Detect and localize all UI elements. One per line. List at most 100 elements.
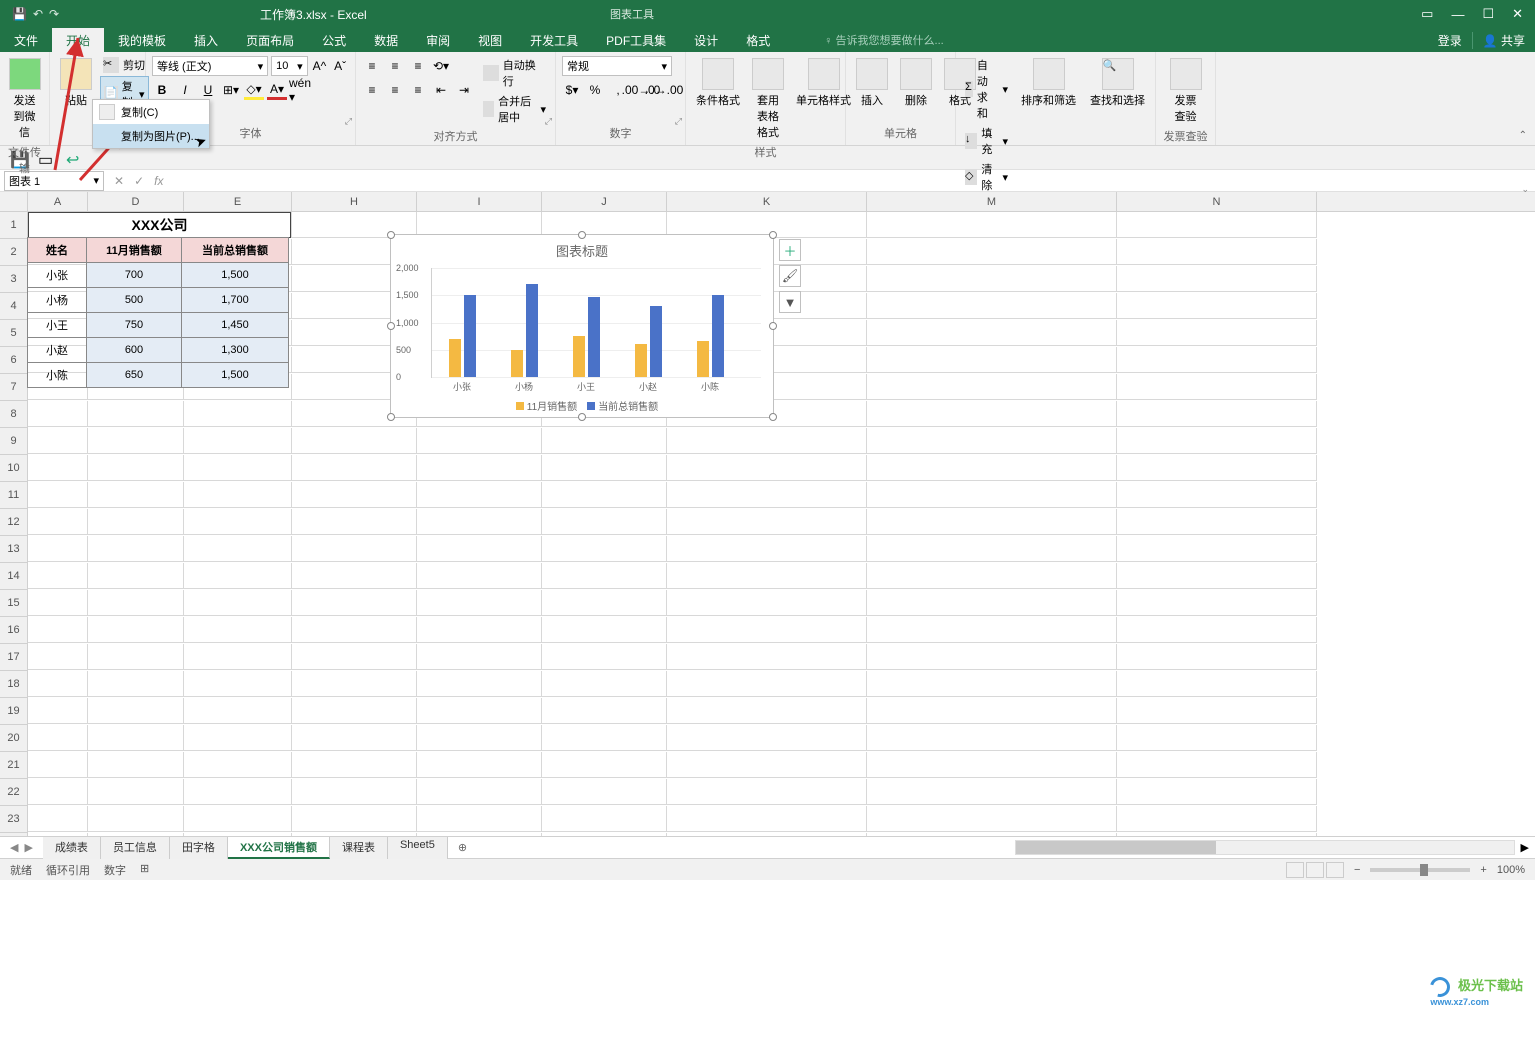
chart-handle-e[interactable] xyxy=(769,322,777,330)
row-header-21[interactable]: 21 xyxy=(0,752,28,779)
table-cell-r4c1[interactable]: 650 xyxy=(86,362,182,388)
cell-I10[interactable] xyxy=(417,455,542,481)
cell-J21[interactable] xyxy=(542,752,667,778)
cell-A16[interactable] xyxy=(28,617,88,643)
cell-M15[interactable] xyxy=(867,590,1117,616)
cell-E18[interactable] xyxy=(184,671,292,697)
cell-I11[interactable] xyxy=(417,482,542,508)
clear-button[interactable]: ◇清除 ▾ xyxy=(962,160,1011,194)
italic-button[interactable]: I xyxy=(175,80,195,100)
cell-N9[interactable] xyxy=(1117,428,1317,454)
cell-N17[interactable] xyxy=(1117,644,1317,670)
cell-D21[interactable] xyxy=(88,752,184,778)
cell-A19[interactable] xyxy=(28,698,88,724)
sheet-tab-成绩表[interactable]: 成绩表 xyxy=(43,837,101,859)
cell-D13[interactable] xyxy=(88,536,184,562)
cell-E9[interactable] xyxy=(184,428,292,454)
row-header-22[interactable]: 22 xyxy=(0,779,28,806)
indent-inc-icon[interactable]: ⇥ xyxy=(454,80,474,100)
cell-A18[interactable] xyxy=(28,671,88,697)
wrap-text-button[interactable]: 自动换行 xyxy=(480,56,549,90)
align-center-icon[interactable]: ≡ xyxy=(385,80,405,100)
cond-format-button[interactable]: 条件格式 xyxy=(692,56,744,110)
table-cell-r3c0[interactable]: 小赵 xyxy=(27,337,87,363)
cell-N8[interactable] xyxy=(1117,401,1317,427)
chart-object[interactable]: 图表标题 05001,0001,5002,000小张小杨小王小赵小陈 11月销售… xyxy=(390,234,774,418)
horizontal-scrollbar[interactable] xyxy=(1015,840,1515,855)
cell-D15[interactable] xyxy=(88,590,184,616)
cell-K20[interactable] xyxy=(667,725,867,751)
cell-N7[interactable] xyxy=(1117,374,1317,400)
cell-N11[interactable] xyxy=(1117,482,1317,508)
cell-A13[interactable] xyxy=(28,536,88,562)
cell-H9[interactable] xyxy=(292,428,417,454)
cell-A21[interactable] xyxy=(28,752,88,778)
cell-E15[interactable] xyxy=(184,590,292,616)
sheet-tab-XXX公司销售额[interactable]: XXX公司销售额 xyxy=(228,837,330,859)
row-header-23[interactable]: 23 xyxy=(0,806,28,833)
cell-M1[interactable] xyxy=(867,212,1117,238)
cell-N23[interactable] xyxy=(1117,806,1317,832)
cell-I20[interactable] xyxy=(417,725,542,751)
cell-N1[interactable] xyxy=(1117,212,1317,238)
menu-tab-视图[interactable]: 视图 xyxy=(464,28,516,53)
cell-H13[interactable] xyxy=(292,536,417,562)
cell-A8[interactable] xyxy=(28,401,88,427)
cell-K12[interactable] xyxy=(667,509,867,535)
cell-N5[interactable] xyxy=(1117,320,1317,346)
cell-I17[interactable] xyxy=(417,644,542,670)
cell-D8[interactable] xyxy=(88,401,184,427)
col-header-I[interactable]: I xyxy=(417,192,542,211)
cell-D10[interactable] xyxy=(88,455,184,481)
cell-E19[interactable] xyxy=(184,698,292,724)
cell-M22[interactable] xyxy=(867,779,1117,805)
font-color-button[interactable]: A▾ xyxy=(267,80,287,100)
cell-J16[interactable] xyxy=(542,617,667,643)
cell-M4[interactable] xyxy=(867,293,1117,319)
table-header-1[interactable]: 11月销售额 xyxy=(86,237,182,263)
menu-tab-审阅[interactable]: 审阅 xyxy=(412,28,464,53)
font-size-combo[interactable]: 10▾ xyxy=(271,56,308,76)
cell-N20[interactable] xyxy=(1117,725,1317,751)
chart-handle-se[interactable] xyxy=(769,413,777,421)
cell-A12[interactable] xyxy=(28,509,88,535)
sort-filter-button[interactable]: 排序和筛选 xyxy=(1017,56,1080,194)
chart-handle-s[interactable] xyxy=(578,413,586,421)
copy-menu-item[interactable]: 复制(C) xyxy=(93,100,209,124)
sheet-nav-prev-icon[interactable]: ◀ xyxy=(10,841,18,854)
save-qat-icon[interactable]: 💾 xyxy=(12,7,27,21)
copy-as-picture-menu-item[interactable]: 复制为图片(P)... xyxy=(93,124,209,148)
cell-H17[interactable] xyxy=(292,644,417,670)
cell-N14[interactable] xyxy=(1117,563,1317,589)
row-header-9[interactable]: 9 xyxy=(0,428,28,455)
cell-E14[interactable] xyxy=(184,563,292,589)
cell-M14[interactable] xyxy=(867,563,1117,589)
row-header-10[interactable]: 10 xyxy=(0,455,28,482)
bar-小王-当前总销售额[interactable] xyxy=(588,297,600,377)
cell-J20[interactable] xyxy=(542,725,667,751)
cell-N2[interactable] xyxy=(1117,239,1317,265)
dec-decimal-icon[interactable]: .0→.00 xyxy=(654,80,674,100)
cell-M20[interactable] xyxy=(867,725,1117,751)
cell-D14[interactable] xyxy=(88,563,184,589)
chart-styles-button[interactable]: 🖌 xyxy=(779,265,801,287)
cell-A20[interactable] xyxy=(28,725,88,751)
autosum-button[interactable]: Σ自动求和 ▾ xyxy=(962,56,1011,122)
col-header-E[interactable]: E xyxy=(184,192,292,211)
cell-N10[interactable] xyxy=(1117,455,1317,481)
bar-小陈-11月销售额[interactable] xyxy=(697,341,709,377)
align-bottom-icon[interactable]: ≡ xyxy=(408,56,428,76)
cell-E20[interactable] xyxy=(184,725,292,751)
cell-I21[interactable] xyxy=(417,752,542,778)
cell-K15[interactable] xyxy=(667,590,867,616)
table-cell-r3c1[interactable]: 600 xyxy=(86,337,182,363)
table-cell-r1c2[interactable]: 1,700 xyxy=(181,287,289,313)
scrollbar-thumb[interactable] xyxy=(1016,841,1216,854)
zoom-slider[interactable] xyxy=(1370,868,1470,872)
menu-tab-文件[interactable]: 文件 xyxy=(0,28,52,53)
cell-E22[interactable] xyxy=(184,779,292,805)
cell-I14[interactable] xyxy=(417,563,542,589)
cell-I23[interactable] xyxy=(417,806,542,832)
cell-N16[interactable] xyxy=(1117,617,1317,643)
cell-K19[interactable] xyxy=(667,698,867,724)
